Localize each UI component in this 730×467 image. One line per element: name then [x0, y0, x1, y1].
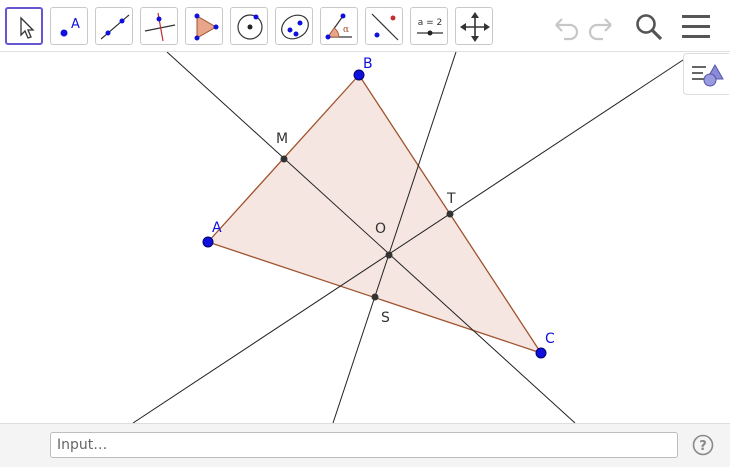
style-bar-toggle-button[interactable]: [683, 53, 729, 95]
label-S: S: [381, 310, 390, 326]
cursor-arrow-icon: [20, 16, 35, 39]
line-tool-button[interactable]: [95, 7, 133, 45]
slider-tool-button[interactable]: a = 2: [410, 7, 448, 45]
svg-text:A: A: [71, 17, 80, 32]
polygon-tool-button[interactable]: [185, 7, 223, 45]
angle-tool-button[interactable]: α: [320, 7, 358, 45]
point-tool-button[interactable]: A: [50, 7, 88, 45]
point-C[interactable]: [535, 347, 547, 359]
menu-icon[interactable]: [679, 10, 713, 44]
ellipse-icon: [281, 14, 309, 40]
label-M: M: [276, 131, 288, 147]
circle-tool-button[interactable]: [230, 7, 268, 45]
move-arrows-icon: [460, 12, 490, 42]
help-icon[interactable]: ?: [692, 434, 714, 456]
toolbar: A α a = 2: [0, 0, 730, 52]
point-icon: A: [60, 17, 80, 37]
label-B: B: [363, 56, 373, 72]
point-S[interactable]: [371, 293, 379, 301]
move-tool-button[interactable]: [5, 7, 43, 45]
style-bar-icon: [692, 63, 724, 87]
svg-text:?: ?: [699, 439, 707, 454]
label-A: A: [212, 220, 222, 236]
undo-icon[interactable]: [548, 10, 582, 44]
svg-text:a = 2: a = 2: [418, 18, 443, 28]
label-O: O: [375, 221, 386, 237]
point-M[interactable]: [280, 155, 288, 163]
angle-icon: α: [325, 13, 352, 40]
triangle-ABC[interactable]: [206, 73, 543, 355]
slider-icon: a = 2: [417, 18, 443, 36]
input-bar: ?: [0, 423, 730, 467]
svg-text:α: α: [343, 25, 349, 35]
graphics-view[interactable]: A B C M T O S: [0, 52, 730, 423]
circle-icon: [237, 14, 263, 40]
perpendicular-line-tool-button[interactable]: [140, 7, 178, 45]
algebra-input[interactable]: [50, 432, 678, 458]
polygon-icon: [194, 13, 219, 41]
perpendicular-line-icon: [144, 12, 176, 42]
conic-tool-button[interactable]: [275, 7, 313, 45]
point-T[interactable]: [446, 210, 454, 218]
reflect-icon: [371, 13, 399, 41]
move-graphics-view-button[interactable]: [455, 7, 493, 45]
point-O[interactable]: [385, 251, 393, 259]
search-icon[interactable]: [632, 10, 666, 44]
reflect-tool-button[interactable]: [365, 7, 403, 45]
redo-icon[interactable]: [585, 10, 619, 44]
line-icon: [100, 14, 130, 40]
label-T: T: [446, 191, 456, 207]
label-C: C: [545, 331, 555, 347]
point-A[interactable]: [202, 236, 214, 248]
